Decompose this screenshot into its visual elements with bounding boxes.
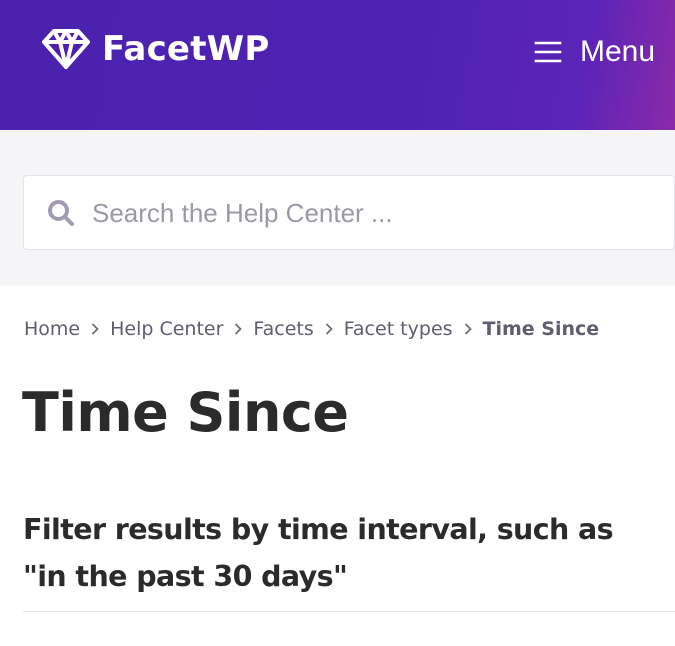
- menu-label: Menu: [579, 35, 655, 68]
- search-input[interactable]: [92, 186, 662, 240]
- breadcrumb-facet-types[interactable]: Facet types: [344, 318, 453, 340]
- breadcrumb-current: Time Since: [482, 318, 600, 340]
- breadcrumb-help-center[interactable]: Help Center: [110, 318, 223, 340]
- logo-text: FacetWP: [102, 29, 270, 69]
- divider: [23, 611, 675, 612]
- chevron-right-icon: [80, 314, 110, 344]
- diamond-icon: [40, 28, 92, 70]
- search-icon: [47, 199, 75, 227]
- site-header: FacetWP Menu: [0, 0, 675, 130]
- hamburger-icon: [534, 40, 562, 64]
- search-section: [0, 130, 675, 286]
- search-box: [23, 175, 675, 250]
- breadcrumb-facets[interactable]: Facets: [253, 318, 313, 340]
- breadcrumb-home[interactable]: Home: [24, 318, 80, 340]
- page-title: Time Since: [22, 381, 349, 444]
- chevron-right-icon: [314, 314, 344, 344]
- logo-link[interactable]: FacetWP: [40, 27, 269, 71]
- article-subtitle: Filter results by time interval, such as…: [23, 513, 614, 593]
- menu-button[interactable]: Menu: [534, 30, 655, 74]
- chevron-right-icon: [453, 314, 483, 344]
- chevron-right-icon: [223, 314, 253, 344]
- breadcrumb: Home Help Center Facets Facet types Time…: [24, 314, 599, 344]
